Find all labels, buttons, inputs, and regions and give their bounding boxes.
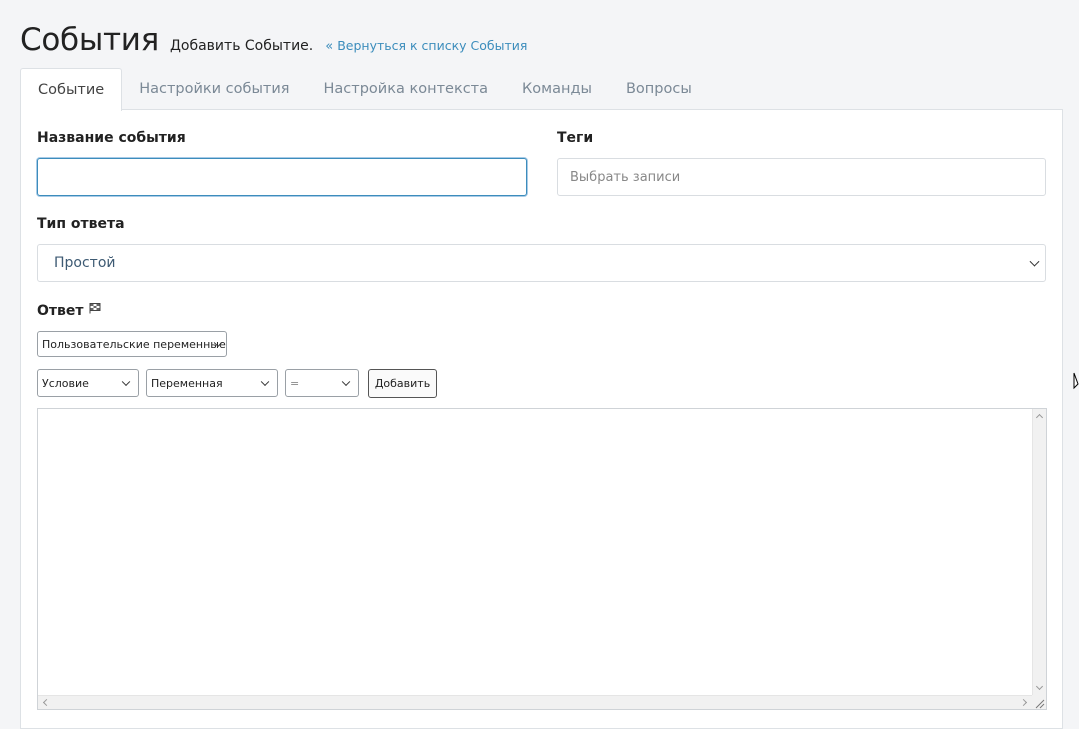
tags-label: Теги [557,130,594,146]
tags-select-input[interactable]: Выбрать записи [557,158,1046,196]
chevron-down-icon [260,377,270,387]
page-subtitle: Добавить Событие. [169,38,314,54]
scroll-up-icon[interactable] [1035,413,1044,422]
tab-context-settings[interactable]: Настройка контекста [307,68,506,110]
double-chevron-left-icon: « [325,39,334,54]
chevron-down-icon [121,377,131,387]
tab-event-settings[interactable]: Настройки события [122,68,306,110]
event-name-input[interactable] [37,158,527,196]
answer-label-row: Ответ [37,302,101,319]
response-type-value: Простой [54,255,116,271]
condition-select[interactable]: Условие [37,369,139,397]
response-type-label: Тип ответа [37,216,125,232]
variable-select[interactable]: Переменная [146,369,278,397]
scroll-left-icon[interactable] [42,698,51,707]
mouse-cursor-icon [1073,372,1079,394]
page-header: События Добавить Событие. «Вернуться к с… [20,22,527,58]
flag-icon [89,302,101,318]
answer-label: Ответ [37,303,84,319]
operator-value: = [290,376,300,390]
response-type-select[interactable]: Простой [37,244,1046,282]
tab-panel: Название события Теги Выбрать записи Тип… [20,109,1063,729]
chevron-down-icon [341,377,351,387]
chevron-down-icon [1029,256,1040,267]
back-to-list-link[interactable]: «Вернуться к списку События [325,38,527,54]
variable-value: Переменная [151,376,223,390]
operator-select[interactable]: = [285,369,359,397]
add-button[interactable]: Добавить [368,369,437,398]
tab-event[interactable]: Событие [20,68,123,111]
horizontal-scrollbar[interactable] [38,695,1032,709]
tab-commands[interactable]: Команды [505,68,609,110]
back-link-label: Вернуться к списку События [337,38,528,53]
page-title: События [20,22,159,58]
tab-questions[interactable]: Вопросы [609,68,709,110]
user-variables-value: Пользовательские переменные [42,337,226,351]
user-variables-select[interactable]: Пользовательские переменные [37,331,227,357]
condition-value: Условие [42,376,89,390]
answer-textarea[interactable] [37,408,1047,710]
resize-grip-icon[interactable] [1032,695,1046,709]
tab-bar: Событие Настройки события Настройка конт… [20,68,709,111]
scroll-down-icon[interactable] [1035,682,1044,691]
vertical-scrollbar[interactable] [1032,409,1046,695]
event-name-label: Название события [37,130,186,146]
scroll-right-icon[interactable] [1019,698,1028,707]
